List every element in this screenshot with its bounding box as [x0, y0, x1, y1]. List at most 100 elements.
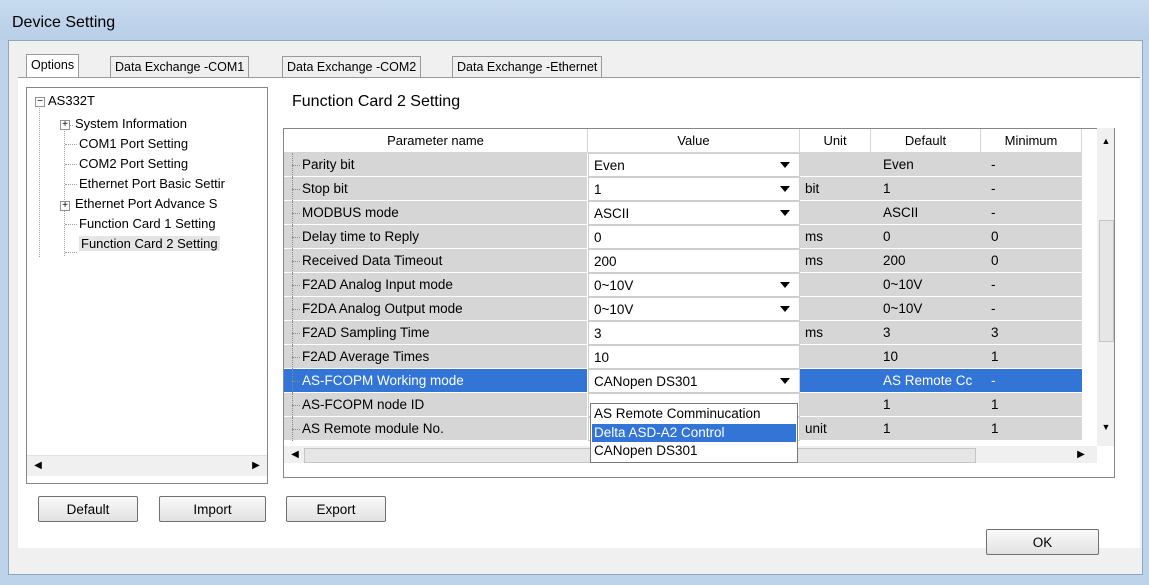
tree-connector	[292, 357, 300, 358]
tab-data-exchange-com1[interactable]: Data Exchange -COM1	[110, 56, 250, 77]
value-input[interactable]: 200	[588, 249, 800, 273]
value-dropdown[interactable]: ASCII	[588, 201, 800, 225]
tree-item-function-card-2[interactable]: Function Card 2 Setting	[79, 236, 220, 251]
table-row[interactable]: F2AD Average Times 10 10 1	[284, 345, 1082, 369]
table-row[interactable]: F2AD Sampling Time 3 ms 3 3	[284, 321, 1082, 345]
scroll-down-icon[interactable]: ▼	[1097, 418, 1115, 436]
parameter-name-cell: AS-FCOPM node ID	[284, 393, 587, 417]
import-button[interactable]: Import	[159, 496, 266, 522]
minimum-cell: 1	[981, 417, 1082, 441]
tree-connector	[292, 309, 300, 310]
dropdown-option[interactable]: AS Remote Comminucation	[592, 405, 796, 423]
table-row[interactable]: Received Data Timeout 200 ms 200 0	[284, 249, 1082, 273]
parameter-name-cell: Parity bit	[284, 153, 587, 177]
expand-icon[interactable]: +	[60, 201, 70, 211]
chevron-down-icon[interactable]	[780, 210, 790, 216]
settings-tree[interactable]: − AS332T + System Information COM1 Port …	[26, 87, 268, 484]
ok-button[interactable]: OK	[986, 529, 1099, 555]
column-header-value[interactable]: Value	[588, 129, 800, 153]
value-dropdown[interactable]: Even	[588, 153, 800, 177]
value-input[interactable]: 3	[588, 321, 800, 345]
tab-strip-border	[18, 77, 1140, 78]
default-button[interactable]: Default	[38, 496, 138, 522]
unit-cell	[800, 393, 871, 417]
tree-guide-line	[39, 105, 40, 257]
tree-connector	[292, 213, 300, 214]
value-dropdown[interactable]: 1	[588, 177, 800, 201]
default-cell: AS Remote Cc	[871, 369, 981, 393]
dropdown-option[interactable]: CANopen DS301	[592, 442, 796, 460]
tree-item-com2-port-setting[interactable]: COM2 Port Setting	[79, 156, 188, 171]
parameter-name-cell: Delay time to Reply	[284, 225, 587, 249]
table-row[interactable]: Parity bit Even Even -	[284, 153, 1082, 177]
tree-connector	[292, 261, 300, 262]
unit-cell: ms	[800, 249, 871, 273]
scroll-right-icon[interactable]: ▶	[247, 457, 265, 475]
unit-cell: ms	[800, 225, 871, 249]
default-cell: 3	[871, 321, 981, 345]
value-input[interactable]: 10	[588, 345, 800, 369]
tree-connector	[292, 165, 300, 166]
column-header-parameter-name[interactable]: Parameter name	[284, 129, 588, 153]
scroll-up-icon[interactable]: ▲	[1097, 132, 1115, 150]
tree-connector	[292, 405, 300, 406]
tab-options[interactable]: Options	[26, 54, 80, 77]
default-cell: 1	[871, 177, 981, 201]
tab-data-exchange-com2[interactable]: Data Exchange -COM2	[282, 56, 422, 77]
chevron-down-icon[interactable]	[780, 162, 790, 168]
value-dropdown[interactable]: CANopen DS301	[588, 369, 800, 393]
parameter-name-cell: AS Remote module No.	[284, 417, 587, 441]
table-row[interactable]: F2DA Analog Output mode 0~10V 0~10V -	[284, 297, 1082, 321]
default-cell: 1	[871, 417, 981, 441]
dropdown-option-highlighted[interactable]: Delta ASD-A2 Control	[592, 424, 796, 442]
expand-icon[interactable]: +	[60, 120, 70, 130]
chevron-down-icon[interactable]	[780, 186, 790, 192]
default-cell: 0~10V	[871, 297, 981, 321]
tree-connector	[65, 252, 77, 253]
chevron-down-icon[interactable]	[780, 306, 790, 312]
column-header-minimum[interactable]: Minimum	[981, 129, 1082, 153]
collapse-icon[interactable]: −	[35, 97, 45, 107]
tree-item-system-information[interactable]: System Information	[75, 116, 187, 131]
scroll-left-icon[interactable]: ◀	[29, 457, 47, 475]
value-dropdown[interactable]: 0~10V	[588, 297, 800, 321]
parameter-name-cell: F2AD Average Times	[284, 345, 587, 369]
table-row[interactable]: Stop bit 1 bit 1-	[284, 177, 1082, 201]
export-button[interactable]: Export	[286, 496, 386, 522]
default-cell: Even	[871, 153, 981, 177]
table-row[interactable]: Delay time to Reply 0 ms 0 0	[284, 225, 1082, 249]
value-input[interactable]: 0	[588, 225, 800, 249]
column-header-default[interactable]: Default	[871, 129, 981, 153]
table-row[interactable]: MODBUS mode ASCII ASCII -	[284, 201, 1082, 225]
value-dropdown[interactable]: 0~10V	[588, 273, 800, 297]
unit-cell	[800, 369, 871, 393]
unit-cell	[800, 297, 871, 321]
section-title: Function Card 2 Setting	[292, 93, 461, 110]
default-cell: 1	[871, 393, 981, 417]
working-mode-dropdown-list[interactable]: AS Remote Comminucation Delta ASD-A2 Con…	[590, 403, 798, 463]
unit-cell: bit	[800, 177, 871, 201]
scroll-right-icon[interactable]: ▶	[1072, 446, 1090, 464]
tab-data-exchange-ethernet[interactable]: Data Exchange -Ethernet	[452, 56, 603, 77]
default-cell: ASCII	[871, 201, 981, 225]
table-row[interactable]: F2AD Analog Input mode 0~10V 0~10V -	[284, 273, 1082, 297]
tree-connector	[292, 429, 300, 430]
tree-item-ethernet-port-basic[interactable]: Ethernet Port Basic Settir	[79, 176, 225, 191]
tree-item-com1-port-setting[interactable]: COM1 Port Setting	[79, 136, 188, 151]
tree-item-function-card-1[interactable]: Function Card 1 Setting	[79, 216, 216, 231]
minimum-cell: -	[981, 369, 1082, 393]
scroll-left-icon[interactable]: ◀	[286, 446, 304, 464]
column-header-unit[interactable]: Unit	[800, 129, 871, 153]
vertical-scroll-thumb[interactable]	[1099, 220, 1114, 342]
unit-cell	[800, 201, 871, 225]
tree-root-as332t[interactable]: AS332T	[48, 93, 95, 108]
tree-item-ethernet-port-advance[interactable]: Ethernet Port Advance S	[75, 196, 217, 211]
tree-connector	[292, 237, 300, 238]
table-row[interactable]: AS-FCOPM Working mode CANopen DS301 AS Rem…	[284, 369, 1082, 393]
unit-cell	[800, 273, 871, 297]
parameter-name-cell: F2AD Analog Input mode	[284, 273, 587, 297]
tree-horizontal-scrollbar[interactable]: ◀ ▶	[27, 455, 267, 476]
tree-connector	[65, 224, 77, 225]
chevron-down-icon[interactable]	[780, 378, 790, 384]
chevron-down-icon[interactable]	[780, 282, 790, 288]
